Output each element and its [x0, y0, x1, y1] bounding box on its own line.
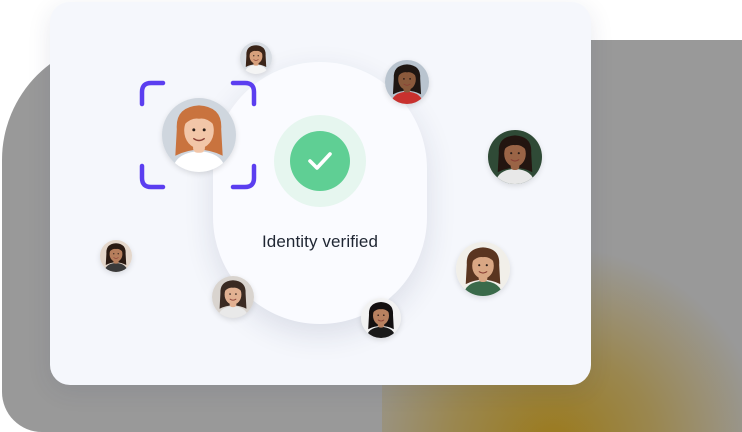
avatar	[212, 276, 254, 318]
avatar	[456, 242, 510, 296]
avatar	[100, 240, 132, 272]
avatar	[385, 60, 429, 104]
avatar-primary-face	[162, 98, 236, 172]
avatar	[361, 298, 401, 338]
portrait-image	[212, 276, 254, 318]
portrait-image	[240, 42, 272, 74]
checkmark-icon	[290, 131, 350, 191]
portrait-image	[488, 130, 542, 184]
avatar	[240, 42, 272, 74]
portrait-image	[385, 60, 429, 104]
portrait-image	[100, 240, 132, 272]
avatar	[488, 130, 542, 184]
verification-status-text: Identity verified	[261, 232, 379, 251]
portrait-image	[162, 98, 236, 172]
portrait-image	[361, 298, 401, 338]
portrait-image	[456, 242, 510, 296]
